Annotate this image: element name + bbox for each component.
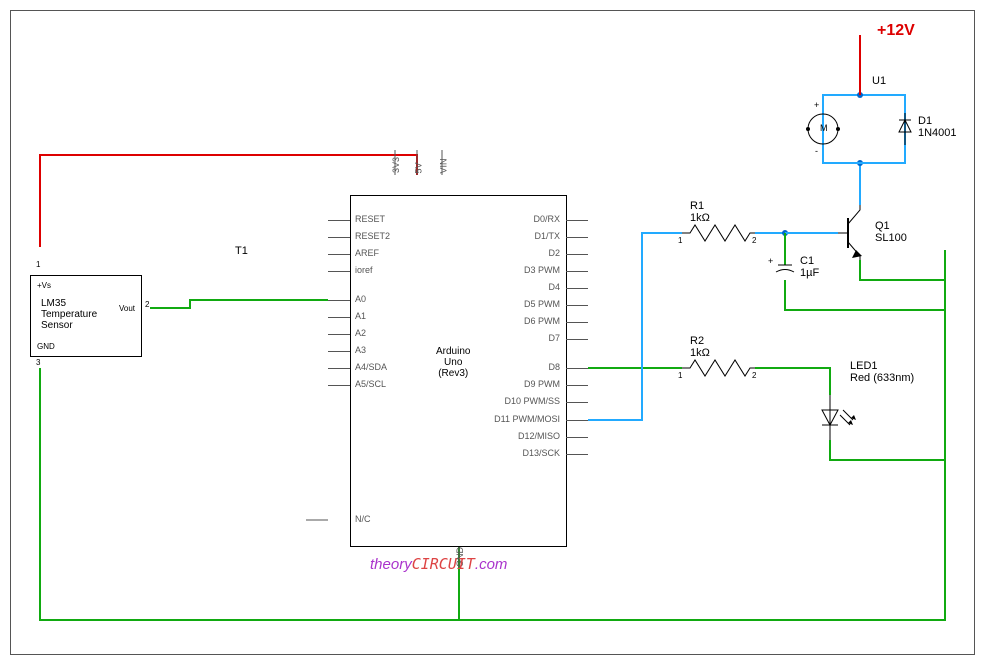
u1-plus: + [814,100,819,110]
pin-d7: D7 [548,333,560,343]
pin-d0: D0/RX [533,214,560,224]
pin-ioref: ioref [355,265,373,275]
r2-n1: 1 [678,371,682,380]
pin-d11: D11 PWM/MOSI [494,414,560,424]
pin-d5: D5 PWM [524,299,560,309]
u1-ref: U1 [872,75,886,87]
pin-a1: A1 [355,311,366,321]
u1-m: M [820,123,828,133]
r1-n2: 2 [752,236,756,245]
pin-a0: A0 [355,294,366,304]
pin-a3: A3 [355,345,366,355]
pin-a4: A4/SDA [355,362,387,372]
pin-d12: D12/MISO [518,431,560,441]
pin-d8: D8 [548,362,560,372]
pin-d10: D10 PWM/SS [504,396,560,406]
q1-ref: Q1 [875,220,890,232]
supply-12v: +12V [877,22,915,40]
q1-val: SL100 [875,232,907,244]
pin-a5: A5/SCL [355,379,386,389]
pin-d2: D2 [548,248,560,258]
pin-d1: D1/TX [534,231,560,241]
c1-val: 1µF [800,267,819,279]
c1-plus: + [768,256,773,266]
watermark-circuit: CIRCUIT [412,555,475,573]
r2-n2: 2 [752,371,756,380]
pin-reset2: RESET2 [355,231,390,241]
r2-ref: R2 [690,335,704,347]
lm35-pin1-num: 1 [36,260,40,269]
led-ref: LED1 [850,360,878,372]
r2-val: 1kΩ [690,347,710,359]
pin-d6: D6 PWM [524,316,560,326]
t1-ref: T1 [235,245,248,257]
pin-aref: AREF [355,248,379,258]
d1-val: 1N4001 [918,127,957,139]
pin-d9: D9 PWM [524,379,560,389]
watermark-theory: theory [370,556,412,573]
pin-3v3: 3V3 [391,157,401,173]
pin-5v: 5V [414,162,424,173]
watermark: theoryCIRCUIT.com [370,555,507,573]
lm35-name: LM35 Temperature Sensor [41,298,97,331]
lm35-pin3-num: 3 [36,358,40,367]
pin-a2: A2 [355,328,366,338]
pin-vin: VIN [439,158,449,173]
d1-ref: D1 [918,115,932,127]
lm35-vs-pin: +Vs [37,281,51,290]
r1-val: 1kΩ [690,212,710,224]
pin-d13: D13/SCK [522,448,560,458]
pin-nc: N/C [355,514,371,524]
lm35-vout-pin: Vout [119,304,135,313]
r1-ref: R1 [690,200,704,212]
pin-d4: D4 [548,282,560,292]
arduino-name: Arduino Uno (Rev3) [436,346,470,379]
lm35-pin2-num: 2 [145,300,149,309]
pin-d3: D3 PWM [524,265,560,275]
u1-minus: - [815,146,818,156]
watermark-com: .com [475,556,508,573]
pin-reset: RESET [355,214,385,224]
circuit-diagram: +Vs Vout GND LM35 Temperature Sensor T1 … [0,0,985,663]
led-val: Red (633nm) [850,372,914,384]
lm35-sensor: +Vs Vout GND LM35 Temperature Sensor [30,275,142,357]
r1-n1: 1 [678,236,682,245]
c1-ref: C1 [800,255,814,267]
lm35-gnd-pin: GND [37,342,55,351]
